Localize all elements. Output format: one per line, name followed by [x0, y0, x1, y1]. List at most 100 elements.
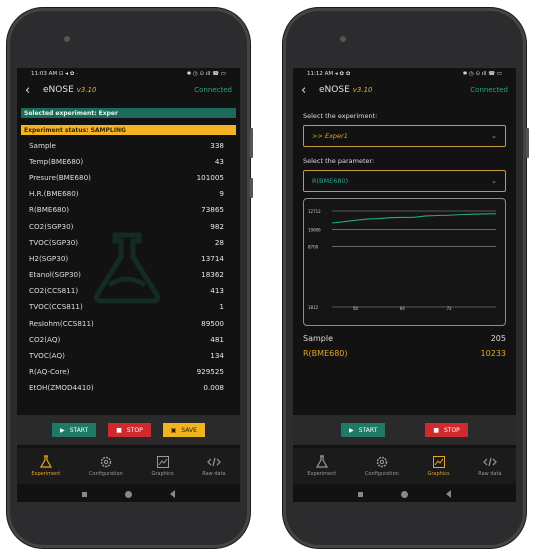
stop-button[interactable]: ■ STOP	[425, 423, 468, 437]
screen-graphics: 11:12 AM ◂ ✿ ✿ ✱ ◷ ⊙ ıll ☎ ▭ ‹ eNOSE v3.…	[293, 68, 516, 502]
reading-value: 9	[219, 189, 224, 199]
nav-experiment[interactable]: Experiment	[307, 455, 336, 477]
home-icon[interactable]	[125, 490, 132, 498]
screen-experiment: 11:03 AM ⊡ ◂ ✿ · ✱ ◷ ⊙ ıll ☎ ▭ ‹ eNOSE v…	[17, 68, 240, 502]
reading-row: ResIohm(CCS811) 89500	[17, 315, 240, 331]
reading-label: Temp(BME680)	[29, 156, 84, 166]
recents-icon[interactable]	[82, 491, 87, 497]
recents-icon[interactable]	[358, 491, 363, 497]
chart-icon	[432, 456, 445, 468]
reading-value: 1	[219, 302, 224, 312]
nav-graphics[interactable]: Graphics	[427, 455, 450, 477]
reading-row: CO2(AQ) 481	[17, 331, 240, 347]
experiment-select[interactable]: >> Exper1 ⌄	[303, 125, 506, 147]
nav-rawdata[interactable]: Raw data	[478, 455, 502, 477]
gear-icon	[376, 456, 388, 468]
status-time: 11:12 AM	[307, 71, 334, 77]
nav-configuration[interactable]: Configuration	[89, 455, 123, 477]
y-tick-label: 10606	[308, 228, 321, 233]
reading-label: R(AQ-Core)	[29, 367, 70, 377]
reading-row: R(BME680) 73865	[17, 202, 240, 218]
back-icon[interactable]	[170, 490, 175, 498]
camera-dot	[340, 36, 346, 42]
code-icon	[483, 457, 497, 467]
system-nav-bar	[17, 486, 240, 502]
back-arrow-icon[interactable]: ‹	[25, 84, 39, 97]
volume-button	[250, 128, 253, 158]
nav-graphics[interactable]: Graphics	[151, 455, 174, 477]
reading-value: 89500	[201, 318, 224, 328]
back-icon[interactable]	[446, 490, 451, 498]
status-icons-right: ✱ ◷ ⊙ ıll ☎ ▭	[186, 71, 226, 77]
app-title: eNOSE	[43, 85, 74, 95]
app-title: eNOSE	[319, 85, 350, 95]
start-label: START	[69, 426, 89, 434]
connection-status: Connected	[470, 86, 508, 94]
stop-icon: ■	[433, 426, 439, 434]
save-label: SAVE	[181, 426, 197, 434]
reading-value: 338	[210, 140, 224, 150]
x-tick-label: 64	[400, 306, 406, 311]
back-arrow-icon[interactable]: ‹	[301, 84, 315, 97]
reading-label: H2(SGP30)	[29, 253, 69, 263]
nav-experiment-label: Experiment	[307, 471, 337, 477]
nav-rawdata-label: Raw data	[478, 471, 502, 477]
reading-row: Sample 338	[17, 137, 240, 153]
parameter-row: R(BME680) 10233	[293, 346, 516, 361]
connection-status: Connected	[194, 86, 232, 94]
gear-icon	[100, 456, 112, 468]
experiment-label: Select the experiment:	[303, 112, 378, 120]
phone-right: 11:12 AM ◂ ✿ ✿ ✱ ◷ ⊙ ıll ☎ ▭ ‹ eNOSE v3.…	[283, 8, 529, 548]
reading-value: 929525	[196, 367, 224, 377]
nav-configuration-label: Configuration	[364, 471, 399, 477]
start-button[interactable]: ▶ START	[52, 423, 97, 437]
nav-rawdata-label: Raw data	[202, 471, 226, 477]
reading-label: CO2(AQ)	[29, 334, 61, 344]
y-tick-label: 1812	[308, 305, 319, 310]
flask-logo-icon	[94, 232, 160, 304]
start-button[interactable]: ▶ START	[341, 423, 386, 437]
reading-value: 28	[214, 237, 224, 247]
reading-value: 481	[210, 334, 224, 344]
parameter-select[interactable]: R(BME680) ⌄	[303, 170, 506, 192]
x-tick-label: 72	[447, 306, 453, 311]
app-version: v3.10	[352, 86, 373, 94]
series-line	[331, 213, 497, 224]
status-icons-left: ⊡ ◂ ✿ ·	[58, 71, 78, 77]
app-version: v3.10	[76, 86, 97, 94]
play-icon: ▶	[349, 426, 354, 434]
selected-experiment-banner: Selected experiment: Exper	[21, 108, 236, 118]
sample-value: 205	[490, 334, 506, 343]
parameter-select-value: R(BME680)	[312, 177, 349, 185]
reading-label: EtOH(ZMOD4410)	[29, 383, 94, 393]
floppy-icon: ▣	[170, 426, 177, 434]
reading-label: TVOC(AQ)	[29, 351, 65, 361]
nav-configuration[interactable]: Configuration	[365, 455, 399, 477]
reading-label: Presure(BME680)	[29, 172, 91, 182]
home-icon[interactable]	[401, 490, 408, 498]
save-button[interactable]: ▣ SAVE	[162, 423, 205, 437]
parameter-label: Select the parameter:	[303, 157, 375, 165]
stop-button[interactable]: ■ STOP	[108, 423, 151, 437]
reading-label: H.R.(BME680)	[29, 189, 79, 199]
reading-value: 134	[210, 351, 224, 361]
reading-value: 982	[210, 221, 224, 231]
reading-label: ResIohm(CCS811)	[29, 318, 94, 328]
reading-row: TVOC(AQ) 134	[17, 347, 240, 363]
flask-icon	[315, 455, 328, 468]
action-bar: ▶ START ■ STOP ▣ SAVE	[17, 415, 240, 445]
status-time: 11:03 AM	[31, 71, 58, 77]
nav-graphics-label: Graphics	[427, 471, 450, 477]
nav-rawdata[interactable]: Raw data	[202, 455, 226, 477]
reading-value: 413	[210, 286, 224, 296]
reading-label: Etanol(SGP30)	[29, 270, 81, 280]
bottom-nav: Experiment Configuration Graphics Raw da…	[293, 448, 516, 484]
nav-configuration-label: Configuration	[88, 471, 123, 477]
app-bar: ‹ eNOSE v3.10 Connected	[293, 80, 516, 100]
line-chart-svg: 12712 10606 8700 1812 56 64 72	[308, 209, 497, 311]
status-bar: 11:12 AM ◂ ✿ ✿ ✱ ◷ ⊙ ıll ☎ ▭	[293, 68, 516, 80]
nav-experiment[interactable]: Experiment	[31, 455, 60, 477]
reading-label: TVOC(SGP30)	[29, 237, 79, 247]
bottom-nav: Experiment Configuration Graphics Raw da…	[17, 448, 240, 484]
status-icons-left: ◂ ✿ ✿	[334, 71, 351, 77]
